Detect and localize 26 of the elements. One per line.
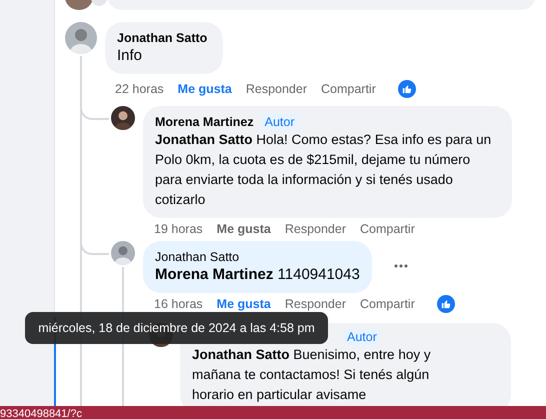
like-reaction-icon xyxy=(398,80,416,98)
more-icon[interactable] xyxy=(394,264,408,268)
author-name[interactable]: Morena Martinez xyxy=(155,114,254,130)
like-link[interactable]: Me gusta xyxy=(216,297,271,311)
comment-time[interactable]: 19 horas xyxy=(154,222,203,236)
reply-link[interactable]: Responder xyxy=(284,222,346,236)
reply-link[interactable]: Responder xyxy=(246,82,307,96)
author-badge: Autor xyxy=(262,114,298,130)
tooltip: miércoles, 18 de diciembre de 2024 a las 4:58 pm xyxy=(25,312,328,344)
share-link[interactable]: Compartir xyxy=(360,222,415,236)
comment-time[interactable]: 16 horas xyxy=(154,297,203,311)
status-url: 93340498841/?c xyxy=(0,408,82,419)
comment-time[interactable]: 22 horas xyxy=(115,82,164,96)
reply-link[interactable]: Responder xyxy=(284,297,346,311)
like-link[interactable]: Me gusta xyxy=(178,82,232,96)
author-badge: Autor xyxy=(344,329,380,345)
comment-text: Info xyxy=(117,46,144,66)
share-link[interactable]: Compartir xyxy=(360,297,415,311)
comment-text: Jonathan Satto Buenisimo, entre hoy y mañana te contactamos! Si tenés algún horario en particular avisame xyxy=(192,346,432,404)
author-name[interactable]: Jonathan Satto xyxy=(155,249,240,265)
like-link[interactable]: Me gusta xyxy=(216,222,271,236)
share-link[interactable]: Compartir xyxy=(321,82,376,96)
comment-text: Morena Martinez 1140941043 xyxy=(155,265,360,285)
comment-text: Jonathan Satto Hola! Como estas? Esa info es para un Polo 0km, la cuota es de $215mil, dejame tu número para enviarte toda la información y si tenés usado cotizarlo xyxy=(155,131,492,209)
like-reaction-icon xyxy=(436,295,455,313)
author-name[interactable]: Jonathan Satto xyxy=(117,30,208,46)
